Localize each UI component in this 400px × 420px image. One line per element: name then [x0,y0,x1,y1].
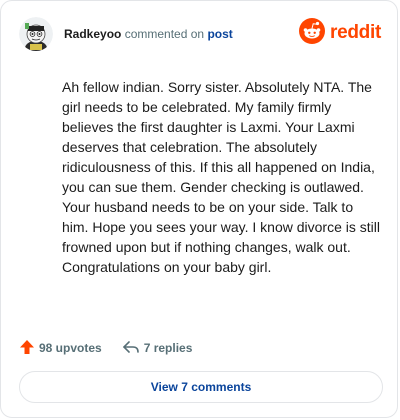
reply-count: 7 replies [143,341,193,355]
comment-body: Ah fellow indian. Sorry sister. Absolute… [62,79,380,275]
post-link[interactable]: post [207,27,232,41]
replies-button[interactable]: 7 replies [122,339,193,358]
comment-meta: Radkeyoo commented on post [64,27,233,41]
upvote-count: 98 upvotes [39,341,102,355]
username[interactable]: Radkeyoo [64,27,121,41]
view-comments-button[interactable]: View 7 comments [19,371,383,403]
reddit-brand[interactable]: reddit [299,17,381,49]
comment-card: Radkeyoo commented on post reddit Ah fel… [0,0,398,418]
reddit-wordmark: reddit [330,22,381,43]
reddit-logo-icon [299,17,326,49]
reply-arrow-icon [122,339,140,358]
upvote-button[interactable]: 98 upvotes [19,339,102,358]
upvote-arrow-icon [19,339,35,358]
comment-actions: 98 upvotes 7 replies [19,337,192,359]
action-text: commented on [124,27,205,41]
comment-header: Radkeyoo commented on post reddit [19,17,381,53]
avatar[interactable] [19,17,53,51]
